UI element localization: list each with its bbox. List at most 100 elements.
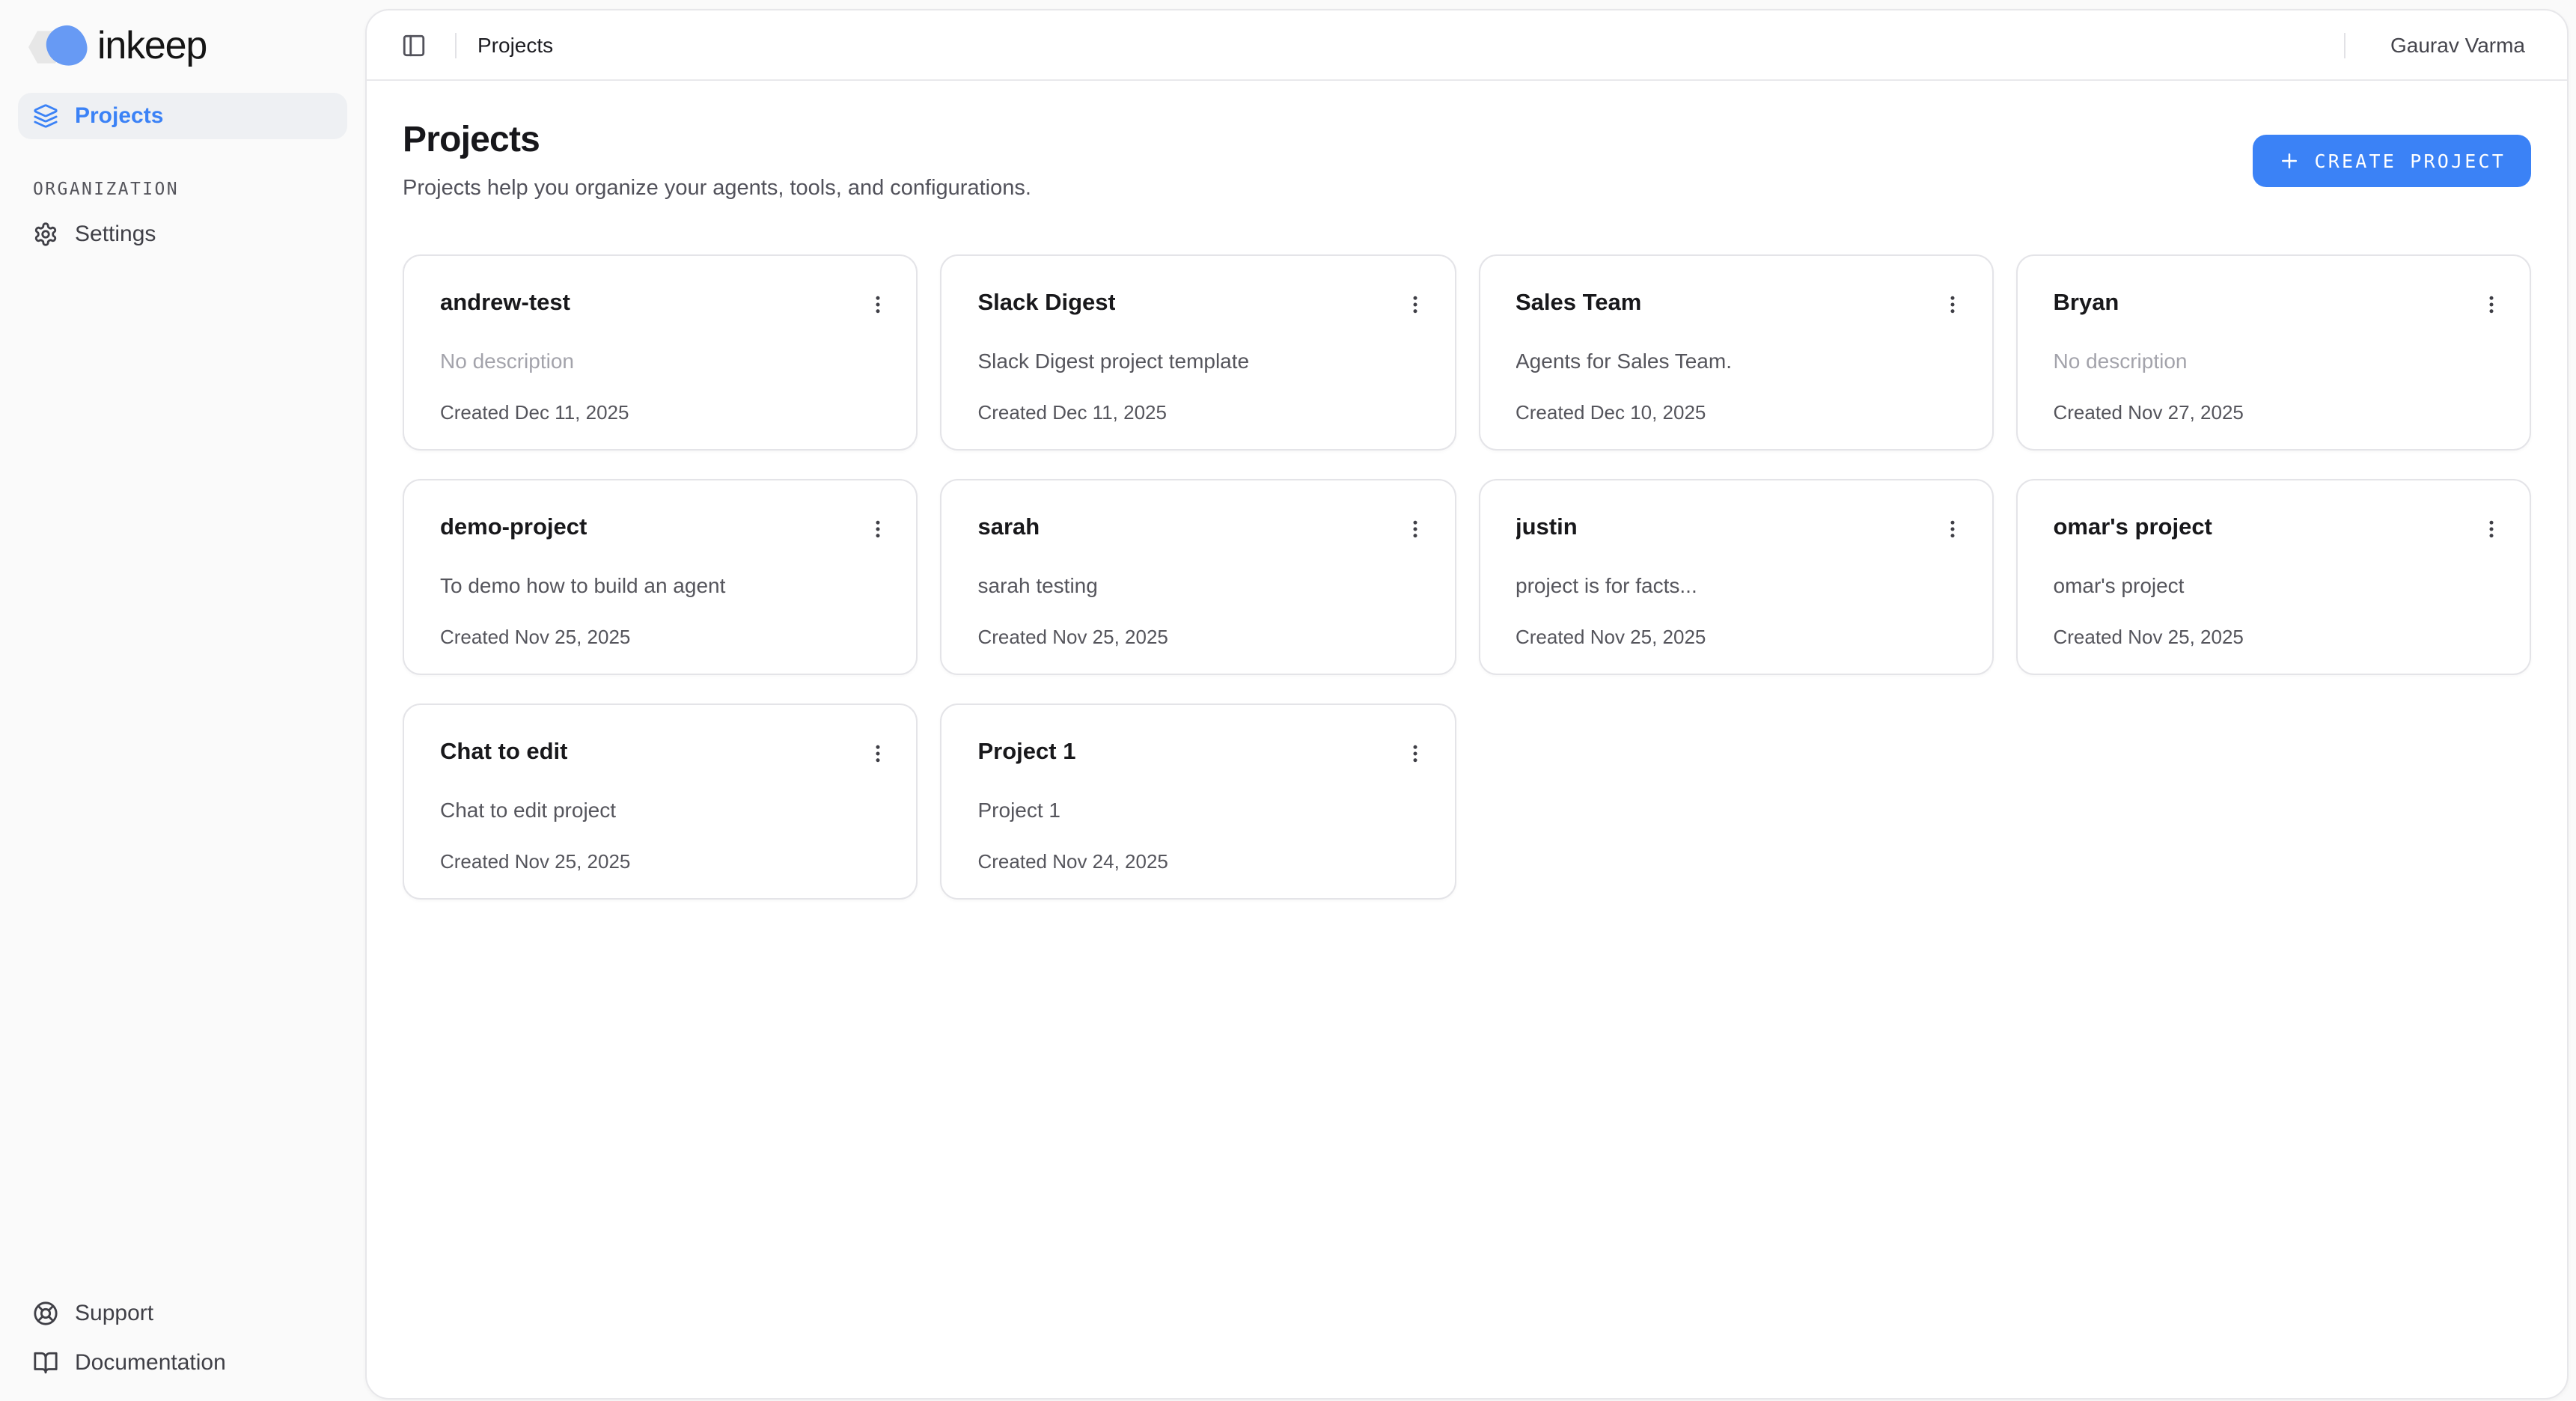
page-subtitle: Projects help you organize your agents, … (403, 177, 1031, 201)
main-panel: Projects Gaurav Varma Projects Projects … (365, 9, 2569, 1400)
sidebar-item-label: Documentation (75, 1350, 226, 1376)
project-name: Chat to edit (440, 736, 568, 769)
project-menu-button[interactable] (860, 286, 896, 322)
app-root: inkeep Projects ORGANIZATION Settings (0, 0, 2576, 1401)
project-created-date: Created Nov 24, 2025 (978, 850, 1425, 873)
page-title-block: Projects Projects help you organize your… (403, 120, 1031, 201)
project-card[interactable]: demo-project To demo how to build an age… (403, 479, 918, 675)
project-card[interactable]: Bryan No description Created Nov 27, 202… (2016, 254, 2532, 451)
sidebar-item-projects[interactable]: Projects (18, 93, 347, 139)
sidebar-toggle-button[interactable] (392, 24, 434, 66)
more-vertical-icon (1404, 293, 1426, 315)
project-description: No description (440, 346, 887, 376)
project-description: No description (2054, 346, 2500, 376)
more-vertical-icon (867, 293, 889, 315)
project-name: Bryan (2054, 287, 2119, 320)
project-card-header: justin (1516, 512, 1962, 546)
sidebar-footer: Support Documentation (18, 1290, 347, 1386)
project-menu-button[interactable] (1397, 510, 1433, 546)
project-card-header: demo-project (440, 512, 887, 546)
breadcrumb: Projects (477, 33, 553, 57)
sidebar-item-support[interactable]: Support (18, 1290, 347, 1337)
project-name: justin (1516, 512, 1578, 545)
project-card[interactable]: andrew-test No description Created Dec 1… (403, 254, 918, 451)
sidebar-item-documentation[interactable]: Documentation (18, 1340, 347, 1386)
project-card-header: Bryan (2054, 287, 2500, 322)
project-card[interactable]: Slack Digest Slack Digest project templa… (941, 254, 1456, 451)
project-created-date: Created Nov 25, 2025 (978, 626, 1425, 648)
more-vertical-icon (1942, 517, 1965, 540)
project-description: sarah testing (978, 570, 1425, 600)
more-vertical-icon (1404, 742, 1426, 764)
project-menu-button[interactable] (860, 735, 896, 771)
sidebar-spacer (18, 257, 347, 1290)
project-description: omar's project (2054, 570, 2500, 600)
project-menu-button[interactable] (1397, 735, 1433, 771)
more-vertical-icon (2479, 517, 2502, 540)
project-name: andrew-test (440, 287, 570, 320)
project-card[interactable]: justin project is for facts... Created N… (1478, 479, 1994, 675)
create-project-label: CREATE PROJECT (2314, 149, 2506, 171)
project-name: Sales Team (1516, 287, 1641, 320)
project-description: Chat to edit project (440, 795, 887, 825)
panel-left-icon (400, 32, 426, 58)
project-created-date: Created Nov 25, 2025 (1516, 626, 1962, 648)
sidebar-item-label: Support (75, 1301, 153, 1326)
project-card-header: Chat to edit (440, 736, 887, 771)
project-created-date: Created Dec 10, 2025 (1516, 401, 1962, 424)
page-header: Projects Projects help you organize your… (403, 120, 2531, 201)
project-card[interactable]: omar's project omar's project Created No… (2016, 479, 2532, 675)
more-vertical-icon (867, 517, 889, 540)
project-menu-button[interactable] (2473, 286, 2509, 322)
project-card-header: omar's project (2054, 512, 2500, 546)
project-menu-button[interactable] (2473, 510, 2509, 546)
life-buoy-icon (33, 1301, 58, 1326)
project-menu-button[interactable] (860, 510, 896, 546)
book-open-icon (33, 1350, 58, 1376)
project-created-date: Created Nov 25, 2025 (440, 850, 887, 873)
project-name: Slack Digest (978, 287, 1116, 320)
more-vertical-icon (1404, 517, 1426, 540)
project-menu-button[interactable] (1935, 510, 1971, 546)
layers-icon (33, 103, 58, 129)
project-card-header: Slack Digest (978, 287, 1425, 322)
project-name: sarah (978, 512, 1040, 545)
brand-name: inkeep (97, 25, 207, 68)
project-created-date: Created Dec 11, 2025 (440, 401, 887, 424)
create-project-button[interactable]: CREATE PROJECT (2253, 134, 2531, 186)
project-card-header: sarah (978, 512, 1425, 546)
sidebar-item-label: Projects (75, 103, 163, 129)
project-description: Project 1 (978, 795, 1425, 825)
more-vertical-icon (1942, 293, 1965, 315)
project-card-header: Project 1 (978, 736, 1425, 771)
project-description: Agents for Sales Team. (1516, 346, 1962, 376)
projects-grid: andrew-test No description Created Dec 1… (403, 254, 2531, 900)
project-name: Project 1 (978, 736, 1076, 769)
project-description: project is for facts... (1516, 570, 1962, 600)
project-name: omar's project (2054, 512, 2212, 545)
more-vertical-icon (2479, 293, 2502, 315)
topbar-user-divider (2344, 32, 2345, 58)
sidebar: inkeep Projects ORGANIZATION Settings (0, 0, 365, 1401)
sidebar-item-label: Settings (75, 222, 156, 247)
project-menu-button[interactable] (1935, 286, 1971, 322)
inkeep-logo-icon (28, 24, 88, 69)
plus-icon (2278, 149, 2301, 171)
project-card[interactable]: sarah sarah testing Created Nov 25, 2025 (941, 479, 1456, 675)
project-menu-button[interactable] (1397, 286, 1433, 322)
project-card[interactable]: Project 1 Project 1 Created Nov 24, 2025 (941, 703, 1456, 900)
project-created-date: Created Dec 11, 2025 (978, 401, 1425, 424)
topbar-divider (455, 32, 457, 58)
content-area: Projects Projects help you organize your… (367, 81, 2567, 1398)
project-card[interactable]: Chat to edit Chat to edit project Create… (403, 703, 918, 900)
project-created-date: Created Nov 27, 2025 (2054, 401, 2500, 424)
project-card[interactable]: Sales Team Agents for Sales Team. Create… (1478, 254, 1994, 451)
project-created-date: Created Nov 25, 2025 (440, 626, 887, 648)
brand-logo[interactable]: inkeep (18, 21, 347, 72)
sidebar-section-organization: ORGANIZATION (33, 178, 347, 199)
more-vertical-icon (867, 742, 889, 764)
sidebar-item-settings[interactable]: Settings (18, 211, 347, 257)
user-menu[interactable]: Gaurav Varma (2390, 33, 2525, 57)
project-created-date: Created Nov 25, 2025 (2054, 626, 2500, 648)
project-name: demo-project (440, 512, 587, 545)
